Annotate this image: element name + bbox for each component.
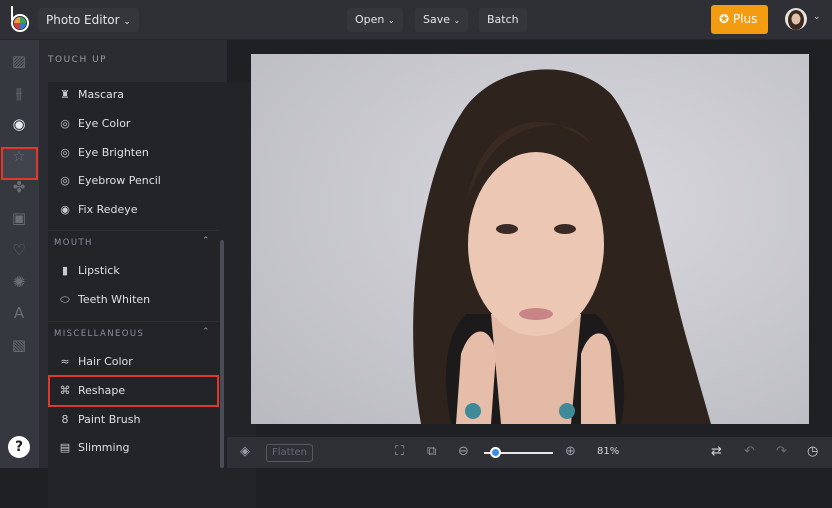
badge-icon[interactable]: ✺ [9, 272, 29, 292]
zoom-in-icon[interactable]: ⊕ [565, 444, 576, 460]
tool-eye-brighten[interactable]: ◎ Eye Brighten [48, 140, 218, 166]
chevron-down-icon: ⌄ [123, 17, 131, 27]
fit-to-screen-icon[interactable]: ⛶ [395, 444, 404, 460]
tool-label: Fix Redeye [78, 203, 138, 216]
divider [48, 230, 218, 231]
hair-icon: ≈ [60, 355, 70, 368]
eye-icon[interactable]: ◉ [9, 114, 29, 134]
plus-button[interactable]: ✪ Plus [711, 5, 768, 34]
top-bar: Photo Editor ⌄ Open ⌄ Save ⌄ Batch ✪ Plu… [0, 0, 832, 40]
photo-editor-menu[interactable]: Photo Editor ⌄ [38, 8, 139, 32]
mascara-icon: ♜ [60, 88, 70, 101]
photo-canvas[interactable] [251, 54, 809, 424]
tool-label: Slimming [78, 441, 130, 454]
tool-mascara[interactable]: ♜ Mascara [48, 82, 218, 108]
paint-brush-icon: 8 [61, 413, 69, 426]
heart-icon[interactable]: ♡ [9, 240, 29, 260]
panel-scrollbar[interactable] [220, 240, 224, 468]
tool-label: Eye Brighten [78, 146, 149, 159]
redeye-icon: ◉ [60, 203, 70, 216]
tool-list: ♜ Mascara ◎ Eye Color ◎ Eye Brighten ◎ Eyebr… [48, 82, 256, 508]
teeth-icon: ⬭ [60, 293, 70, 306]
zoom-out-icon[interactable]: ⊖ [458, 444, 469, 460]
tool-lipstick[interactable]: ▮ Lipstick [48, 258, 218, 284]
tool-label: Teeth Whiten [78, 293, 151, 306]
tool-label: Lipstick [78, 264, 120, 277]
eye-brighten-icon: ◎ [60, 146, 70, 159]
bottom-toolbar: ◈ Flatten ⛶ ⧉ ⊖ ⊕ 81% ⇄ ↶ ↷ ◷ [227, 437, 832, 468]
zoom-level: 81% [597, 446, 620, 457]
tool-slimming[interactable]: ▤ Slimming [48, 435, 218, 461]
compare-icon[interactable]: ⇄ [711, 444, 722, 460]
actual-size-icon[interactable]: ⧉ [427, 444, 436, 460]
tool-teeth-whiten[interactable]: ⬭ Teeth Whiten [48, 287, 218, 313]
save-label: Save [423, 13, 451, 26]
eye-icon: ◎ [60, 117, 70, 130]
adjust-sliders-icon[interactable]: ⫵ [9, 83, 29, 103]
tool-hair-color[interactable]: ≈ Hair Color [48, 349, 218, 375]
tool-eyebrow-pencil[interactable]: ◎ Eyebrow Pencil [48, 168, 218, 194]
star-icon[interactable]: ☆ [9, 146, 29, 166]
tool-label: Paint Brush [78, 413, 141, 426]
history-icon[interactable]: ◷ [807, 444, 818, 460]
chevron-down-icon: ⌄ [453, 16, 461, 25]
layers-icon[interactable]: ◈ [240, 444, 250, 460]
tool-label: Mascara [78, 88, 125, 101]
image-icon[interactable]: ▨ [9, 51, 29, 71]
chevron-down-icon[interactable]: ⌄ [813, 12, 821, 22]
frame-icon[interactable]: ▣ [9, 208, 29, 228]
tool-eye-color[interactable]: ◎ Eye Color [48, 111, 218, 137]
tool-paint-brush[interactable]: 8 Paint Brush [48, 407, 218, 433]
zoom-slider-handle[interactable] [490, 447, 501, 458]
slimming-icon: ▤ [59, 441, 71, 454]
undo-icon[interactable]: ↶ [744, 444, 755, 460]
tool-label: Eyebrow Pencil [78, 174, 161, 187]
tool-rail: ▨ ⫵ ◉ ☆ ✤ ▣ ♡ ✺ A ▧ [0, 40, 39, 468]
panel-title: TOUCH UP [48, 55, 108, 65]
tool-label: Eye Color [78, 117, 131, 130]
star-badge-icon: ✪ [719, 12, 730, 26]
redo-icon[interactable]: ↷ [776, 444, 787, 460]
eyebrow-icon: ◎ [60, 174, 70, 187]
divider [48, 321, 218, 322]
section-mouth[interactable]: MOUTH [54, 238, 93, 248]
save-button[interactable]: Save ⌄ [415, 8, 469, 32]
tool-label: Hair Color [78, 355, 133, 368]
befunky-logo[interactable] [9, 6, 31, 32]
collapse-caret-icon[interactable]: ⌃ [202, 236, 210, 246]
batch-button[interactable]: Batch [479, 8, 527, 32]
collapse-caret-icon[interactable]: ⌃ [202, 327, 210, 337]
chevron-down-icon: ⌄ [387, 16, 395, 25]
section-miscellaneous[interactable]: MISCELLANEOUS [54, 329, 144, 339]
open-button[interactable]: Open ⌄ [347, 8, 403, 32]
reshape-highlight [48, 375, 219, 407]
graphics-icon[interactable]: ✤ [9, 177, 29, 197]
lipstick-icon: ▮ [61, 264, 69, 277]
text-icon[interactable]: A [9, 303, 29, 323]
tool-fix-redeye[interactable]: ◉ Fix Redeye [48, 197, 218, 223]
plus-label: Plus [732, 12, 758, 26]
texture-icon[interactable]: ▧ [9, 335, 29, 355]
open-label: Open [355, 13, 385, 26]
avatar[interactable] [785, 8, 807, 30]
flatten-button[interactable]: Flatten [266, 444, 313, 462]
help-button[interactable]: ? [8, 436, 30, 458]
app-menu-label: Photo Editor [46, 13, 120, 27]
